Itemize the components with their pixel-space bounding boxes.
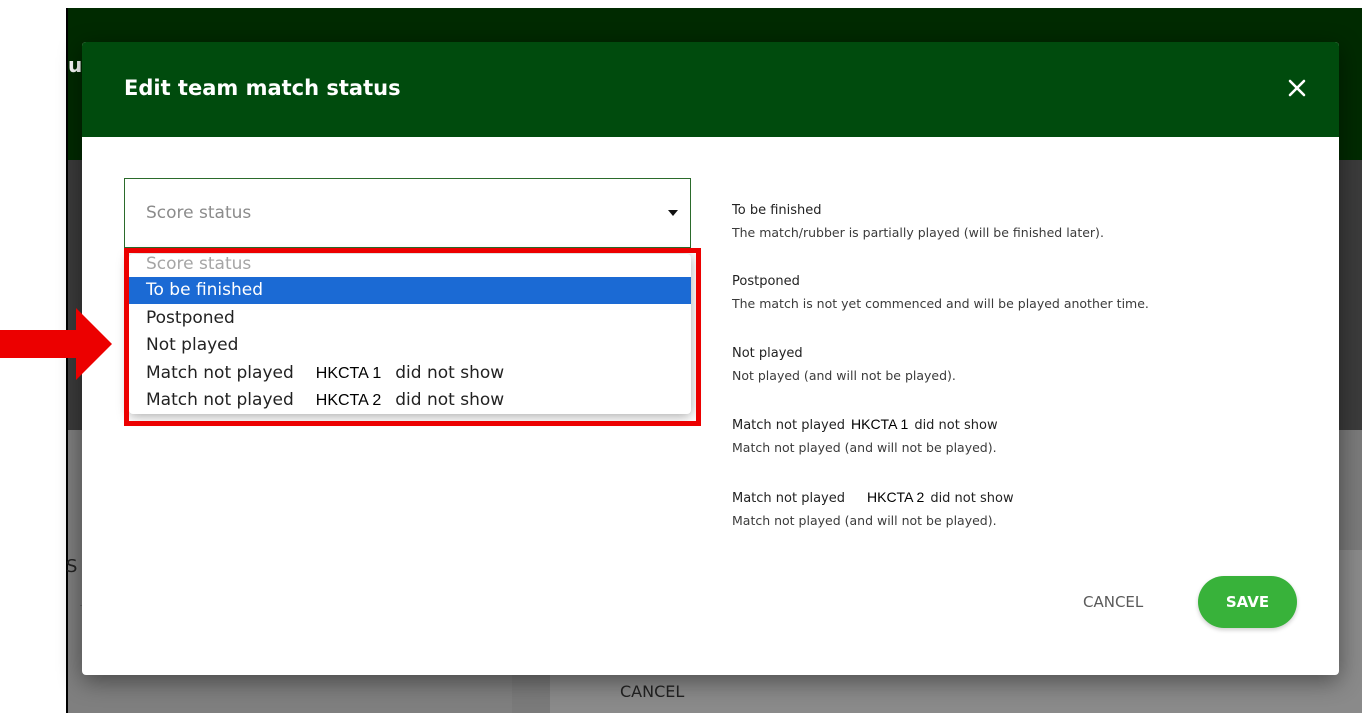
description-text: The match/rubber is partially played (wi… [732, 225, 1104, 240]
red-arrow-icon [0, 308, 112, 380]
background-text-fragment: u [68, 53, 83, 77]
dialog-title: Edit team match status [124, 76, 401, 100]
description-postponed: Postponed The match is not yet commenced… [732, 273, 1149, 314]
dialog-header: Edit team match status [82, 42, 1339, 137]
description-suffix: did not show [914, 418, 998, 433]
team-name: HKCTA 2 [867, 489, 925, 505]
save-button[interactable]: SAVE [1198, 576, 1297, 628]
cancel-button[interactable]: CANCEL [1083, 593, 1143, 611]
description-prefix: Match not played [732, 418, 845, 433]
close-button[interactable] [1283, 74, 1311, 102]
description-not-played: Not played Not played (and will not be p… [732, 345, 956, 386]
background-text-fragment: S [66, 556, 78, 577]
description-prefix: Match not played [732, 491, 845, 506]
description-text: Match not played (and will not be played… [732, 440, 997, 455]
description-title: Not played [732, 346, 803, 361]
description-title: To be finished [732, 203, 822, 218]
description-suffix: did not show [930, 491, 1014, 506]
red-highlight-box [124, 248, 701, 426]
select-placeholder: Score status [146, 203, 252, 223]
caret-down-icon [668, 210, 678, 216]
description-title: Match not played HKCTA 2 did not show [732, 488, 1014, 508]
description-title: Match not played HKCTA 1 did not show [732, 415, 998, 435]
description-hkcta-2-no-show: Match not played HKCTA 2 did not show Matc… [732, 488, 1014, 531]
score-status-select[interactable]: Score status [124, 178, 691, 248]
description-text: Not played (and will not be played). [732, 368, 956, 383]
description-to-be-finished: To be finished The match/rubber is parti… [732, 202, 1104, 243]
close-icon [1288, 79, 1306, 97]
description-title: Postponed [732, 274, 800, 289]
description-hkcta-1-no-show: Match not played HKCTA 1 did not show Matc… [732, 415, 998, 458]
team-name: HKCTA 1 [851, 416, 909, 432]
background-cancel-button: CANCEL [620, 682, 685, 701]
description-text: The match is not yet commenced and will … [732, 296, 1149, 311]
description-text: Match not played (and will not be played… [732, 513, 997, 528]
